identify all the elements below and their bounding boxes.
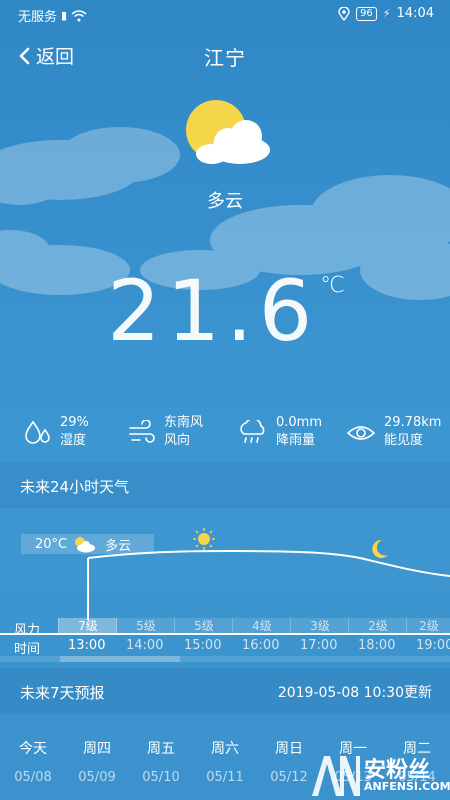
city-title: 江宁 — [204, 46, 246, 70]
temperature-unit: ℃ — [320, 273, 345, 298]
metric-visibility: 29.78km 能见度 — [346, 414, 441, 450]
forecast-day[interactable]: 周四 05/09 — [72, 738, 122, 785]
forecast-updated: 2019-05-08 10:30更新 — [277, 685, 432, 701]
wind-cell: 3级 — [290, 618, 349, 634]
sim-icon: ▮ — [61, 9, 68, 22]
forecast-day[interactable]: 周五 05/10 — [136, 738, 186, 785]
forecast-title: 未来7天预报 — [20, 684, 105, 702]
day-date: 05/08 — [14, 770, 52, 785]
wind-icon — [129, 420, 155, 443]
partly-cloudy-small-icon — [75, 537, 96, 553]
divider — [0, 633, 450, 635]
day-date: 05/09 — [78, 770, 116, 785]
time-row-label: 时间 — [14, 642, 41, 657]
sun-icon — [193, 528, 215, 550]
wind-direction-value: 东南风 — [164, 415, 204, 430]
wind-cell: 7级 — [58, 618, 117, 634]
humidity-value: 29% — [60, 415, 89, 430]
battery-indicator: 96 — [356, 6, 377, 21]
metric-wind: 东南风 风向 — [128, 414, 203, 450]
watermark-logo: 安粉丝 ANFENSI.COM — [308, 748, 450, 800]
day-name: 周六 — [211, 741, 239, 757]
wind-cell: 5级 — [174, 618, 233, 634]
tooltip-condition: 多云 — [105, 538, 132, 554]
day-name: 周日 — [275, 741, 303, 757]
current-condition: 多云 — [207, 191, 243, 212]
hourly-title: 未来24小时天气 — [20, 478, 130, 496]
tooltip-temp: 20°C — [35, 536, 68, 552]
humidity-label: 湿度 — [60, 433, 87, 448]
charging-icon: ⚡ — [382, 7, 391, 20]
forecast-day[interactable]: 周六 05/11 — [200, 738, 250, 785]
day-name: 周四 — [83, 741, 111, 757]
day-date: 05/12 — [270, 770, 308, 785]
day-name: 周五 — [147, 741, 175, 757]
carrier-text: 无服务 — [18, 10, 58, 25]
location-icon — [338, 6, 350, 21]
wind-cell: 4级 — [232, 618, 291, 634]
wind-cell: 2级 — [348, 618, 407, 634]
day-date: 05/11 — [206, 770, 244, 785]
partly-cloudy-icon — [186, 100, 270, 164]
temperature-value: 21.6 — [107, 262, 319, 360]
watermark-an-icon — [312, 756, 360, 796]
status-bar: 无服务 ▮ 96 ⚡ 14:04 — [0, 0, 450, 28]
forecast-header: 未来7天预报 2019-05-08 10:30更新 — [0, 668, 450, 714]
hourly-header: 未来24小时天气 — [0, 462, 450, 508]
humidity-icon — [25, 420, 50, 444]
time-row: 时间 13:00 14:00 15:00 16:00 17:00 18:00 1… — [0, 636, 450, 657]
current-temperature: 21.6℃ — [0, 262, 450, 360]
wind-cell: 2级 — [406, 618, 450, 634]
rainfall-label: 降雨量 — [276, 433, 316, 448]
scrollbar-thumb[interactable] — [60, 656, 180, 662]
time-cell: 18:00 — [358, 638, 396, 653]
metric-humidity: 29% 湿度 — [24, 414, 89, 450]
wind-cell: 5级 — [116, 618, 175, 634]
time-cell: 13:00 — [68, 638, 106, 653]
forecast-day[interactable]: 今天 05/08 — [8, 738, 58, 785]
metric-rain: 0.0mm 降雨量 — [238, 414, 322, 450]
hourly-tooltip: 20°C 多云 — [21, 534, 154, 554]
time-cell: 16:00 — [242, 638, 280, 653]
clock-text: 14:04 — [396, 6, 434, 21]
wifi-icon — [71, 9, 87, 21]
time-cell: 15:00 — [184, 638, 222, 653]
time-cell: 17:00 — [300, 638, 338, 653]
moon-icon — [372, 539, 388, 558]
rain-icon — [240, 420, 265, 443]
day-name: 今天 — [19, 741, 47, 757]
watermark-sub: ANFENSI.COM — [364, 780, 450, 793]
app-header: 返回 江宁 — [0, 38, 450, 74]
eye-icon — [346, 426, 376, 440]
time-cell: 14:00 — [126, 638, 164, 653]
day-date: 05/10 — [142, 770, 180, 785]
wind-direction-label: 风向 — [164, 433, 191, 448]
time-cell: 19:00 — [416, 638, 450, 653]
hourly-scrollbar[interactable] — [0, 656, 450, 662]
weather-metrics: 29% 湿度 东南风 风向 0.0mm 降雨量 29.78km 能见度 — [0, 414, 450, 458]
visibility-value: 29.78km — [384, 415, 442, 430]
forecast-day[interactable]: 周日 05/12 — [264, 738, 314, 785]
visibility-label: 能见度 — [384, 433, 424, 448]
rainfall-value: 0.0mm — [276, 415, 323, 430]
wind-level-row: 7级 5级 5级 4级 3级 2级 2级 — [58, 618, 450, 634]
